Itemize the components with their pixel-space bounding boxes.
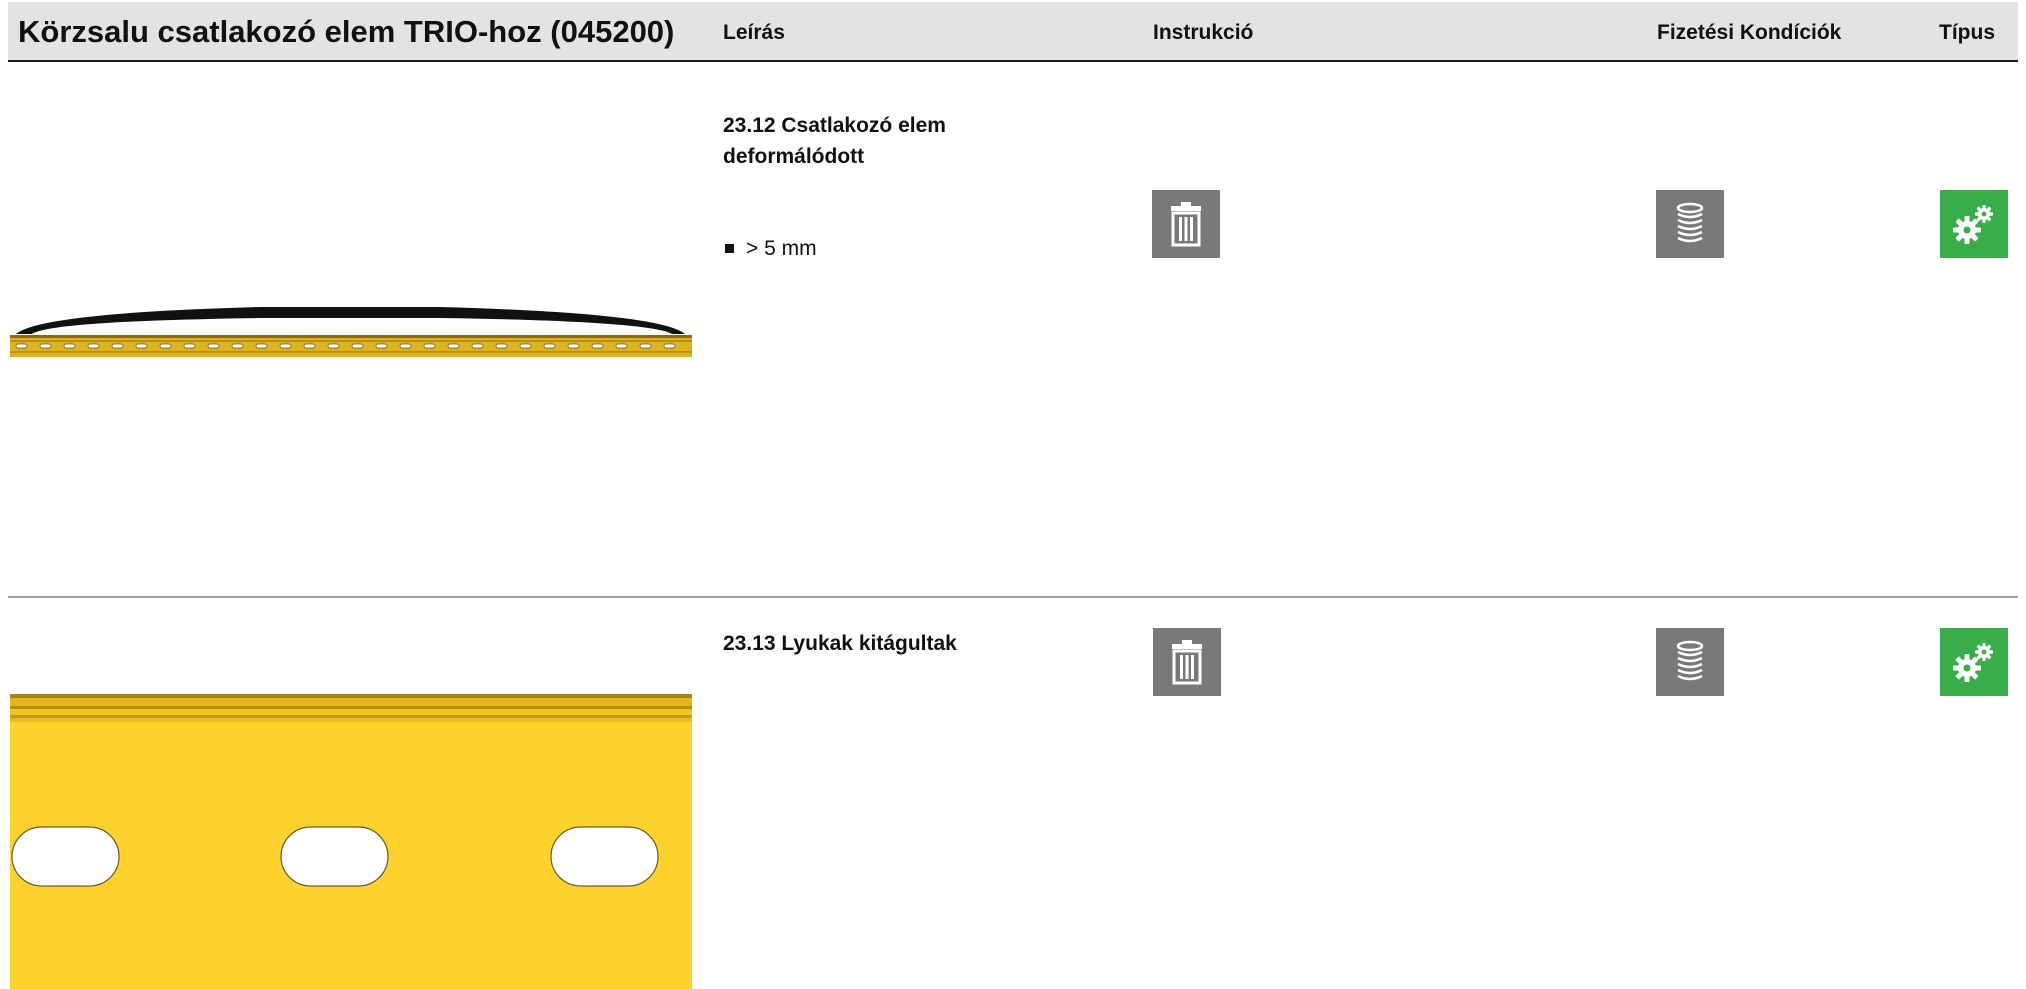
enlarged-holes-image — [10, 694, 692, 989]
trash-icon — [1152, 190, 1220, 258]
column-header-instruction: Instrukció — [1153, 21, 1254, 44]
row-divider — [8, 596, 2018, 598]
defect-title: 23.12 Csatlakozó elem deformálódott — [723, 114, 946, 168]
gears-icon — [1940, 190, 2008, 258]
trash-icon — [1153, 628, 1221, 696]
criterion-text: > 5 mm — [746, 237, 817, 260]
defect-title: 23.13 Lyukak kitágultak — [723, 632, 957, 655]
table-header: Körzsalu csatlakozó elem TRIO-hoz (04520… — [8, 2, 2018, 62]
bullet-square-icon — [725, 244, 734, 253]
column-header-type: Típus — [1939, 21, 1995, 44]
deformed-connector-image — [10, 307, 692, 357]
column-header-description: Leírás — [723, 21, 785, 44]
gears-icon — [1940, 628, 2008, 696]
page-title: Körzsalu csatlakozó elem TRIO-hoz (04520… — [18, 14, 675, 49]
coin-stack-icon — [1656, 190, 1724, 258]
column-header-payment: Fizetési Kondíciók — [1657, 21, 1842, 44]
coin-stack-icon — [1656, 628, 1724, 696]
defect-criterion: > 5 mm — [725, 237, 817, 261]
